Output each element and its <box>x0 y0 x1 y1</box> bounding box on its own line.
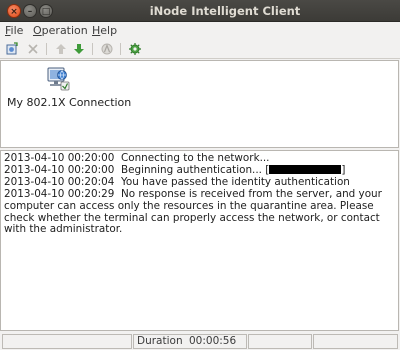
status-bar: Duration 00:00:56 <box>0 333 400 350</box>
minimize-window-button[interactable]: – <box>23 4 37 18</box>
maximize-window-button[interactable]: □ <box>39 4 53 18</box>
close-window-button[interactable]: × <box>7 4 21 18</box>
network-connection-icon <box>47 67 70 91</box>
properties-icon[interactable] <box>100 42 114 56</box>
toolbar-separator <box>120 43 121 55</box>
window-title: iNode Intelligent Client <box>149 4 301 18</box>
status-cell-empty <box>313 334 398 349</box>
log-line-text: 2013-04-10 00:20:00 Beginning authentica… <box>4 163 270 176</box>
connection-list-pane: My 802.1X Connection <box>0 60 399 148</box>
log-line-text: 2013-04-10 00:20:00 Connecting to the ne… <box>4 152 270 164</box>
log-line-text: 2013-04-10 00:20:04 You have passed the … <box>4 175 350 188</box>
redacted-username <box>269 164 342 174</box>
toolbar-separator <box>92 43 93 55</box>
menu-file-label: ile <box>10 24 24 37</box>
move-up-icon[interactable] <box>54 42 68 56</box>
connection-label: My 802.1X Connection <box>7 96 132 109</box>
duration-label: Duration <box>137 335 183 347</box>
title-bar: × – □ iNode Intelligent Client <box>0 0 400 22</box>
menu-bar: File Operation Help <box>0 22 400 39</box>
status-cell-empty <box>2 334 132 349</box>
menu-file[interactable]: File <box>5 24 23 37</box>
menu-operation-label: peration <box>41 24 88 37</box>
menu-help[interactable]: Help <box>92 24 117 37</box>
log-line: 2013-04-10 00:20:29 No response is recei… <box>4 187 395 237</box>
settings-gear-icon[interactable] <box>128 42 142 56</box>
menu-operation-mnemonic: O <box>33 24 42 37</box>
log-line-text: 2013-04-10 00:20:29 No response is recei… <box>4 187 386 236</box>
log-pane: 2013-04-10 00:20:00 Connecting to the ne… <box>0 150 399 331</box>
duration-value: 00:00:56 <box>189 335 237 347</box>
menu-help-label: elp <box>100 24 118 37</box>
move-down-icon[interactable] <box>72 42 86 56</box>
duration-cell: Duration 00:00:56 <box>133 334 247 349</box>
new-connection-icon[interactable] <box>5 42 19 56</box>
toolbar <box>0 39 400 59</box>
log-line-suffix: ] <box>341 163 346 176</box>
menu-operation[interactable]: Operation <box>33 24 88 37</box>
delete-icon[interactable] <box>26 42 40 56</box>
status-cell-empty <box>248 334 312 349</box>
toolbar-separator <box>46 43 47 55</box>
